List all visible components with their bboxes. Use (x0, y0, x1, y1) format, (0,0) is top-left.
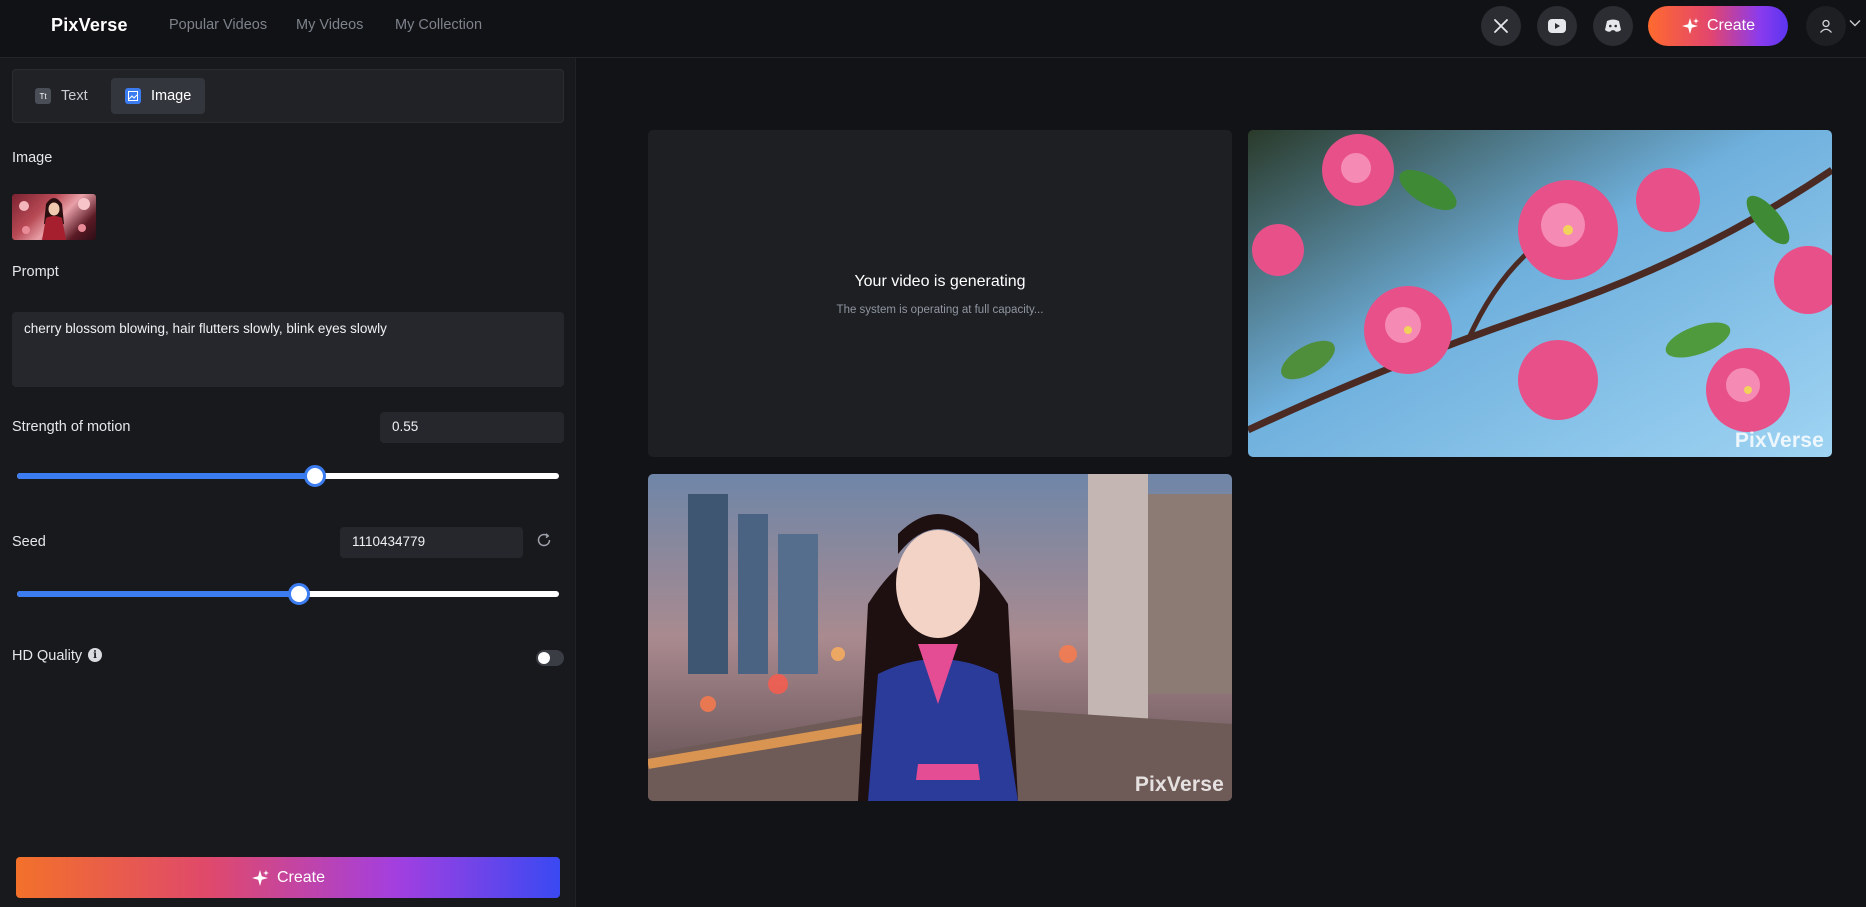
youtube-social-button[interactable] (1537, 6, 1577, 46)
create-button-label: Create (276, 868, 326, 886)
top-bar: PixVerse Popular Videos My Videos My Col… (0, 0, 1866, 58)
image-icon (125, 88, 141, 104)
video-card-portrait[interactable]: PixVerse (648, 474, 1232, 801)
pixverse-watermark: PixVerse (1134, 773, 1224, 796)
generation-sidebar: Tt Text Image Image Prompt cherry blosso… (0, 58, 576, 907)
nav-my-collection[interactable]: My Collection (395, 17, 482, 33)
header-create-button[interactable]: Create (1648, 6, 1788, 46)
seed-slider-thumb[interactable] (287, 583, 310, 605)
create-button[interactable]: Create (16, 857, 560, 898)
image-label: Image (12, 150, 53, 166)
generating-title: Your video is generating (854, 273, 1026, 290)
video-card-cherry-blossom[interactable]: PixVerse (1248, 130, 1832, 457)
hd-quality-label: HD Quality (12, 648, 83, 664)
hd-quality-toggle[interactable] (536, 650, 564, 666)
motion-strength-input[interactable]: 0.55 (380, 412, 564, 443)
motion-slider-fill (17, 473, 316, 479)
sparkle-icon (251, 869, 269, 886)
youtube-icon (1548, 19, 1566, 33)
pixverse-watermark: PixVerse (1734, 429, 1824, 452)
chevron-down-icon[interactable] (1849, 19, 1861, 27)
pixverse-logo[interactable]: PixVerse (51, 15, 128, 36)
seed-input[interactable]: 1110434779 (340, 527, 523, 558)
uploaded-image-thumbnail[interactable] (12, 194, 96, 240)
tab-image-label: Image (151, 88, 192, 104)
discord-social-button[interactable] (1593, 6, 1633, 46)
prompt-textarea[interactable]: cherry blossom blowing, hair flutters sl… (12, 312, 564, 387)
tab-image[interactable]: Image (111, 78, 206, 114)
x-icon (1494, 19, 1508, 33)
toggle-knob (538, 652, 550, 664)
generating-video-card[interactable]: Your video is generating The system is o… (648, 130, 1232, 457)
sparkle-icon (1681, 18, 1699, 34)
seed-label: Seed (12, 534, 46, 550)
prompt-label: Prompt (12, 264, 59, 280)
motion-strength-slider[interactable] (17, 465, 559, 487)
discord-icon (1605, 19, 1621, 32)
tab-text-label: Text (61, 88, 88, 104)
tab-text[interactable]: Tt Text (21, 78, 102, 114)
user-avatar-button[interactable] (1806, 6, 1846, 46)
generating-subtitle: The system is operating at full capacity… (836, 304, 1044, 316)
nav-popular-videos[interactable]: Popular Videos (169, 17, 267, 33)
motion-slider-thumb[interactable] (304, 465, 327, 487)
seed-slider-fill (17, 591, 299, 597)
cherry-blossom-video-thumbnail (1248, 130, 1832, 457)
refresh-seed-icon[interactable] (535, 531, 553, 549)
user-icon (1820, 19, 1832, 33)
nav-my-videos[interactable]: My Videos (296, 17, 363, 33)
mode-tabs: Tt Text Image (12, 69, 564, 123)
portrait-thumbnail-art (19, 198, 90, 240)
seed-slider[interactable] (17, 583, 559, 605)
info-icon[interactable]: i (88, 648, 102, 662)
x-social-button[interactable] (1481, 6, 1521, 46)
header-create-label: Create (1706, 17, 1756, 34)
portrait-video-thumbnail (648, 474, 1232, 801)
text-icon: Tt (35, 88, 51, 104)
motion-strength-label: Strength of motion (12, 419, 131, 435)
